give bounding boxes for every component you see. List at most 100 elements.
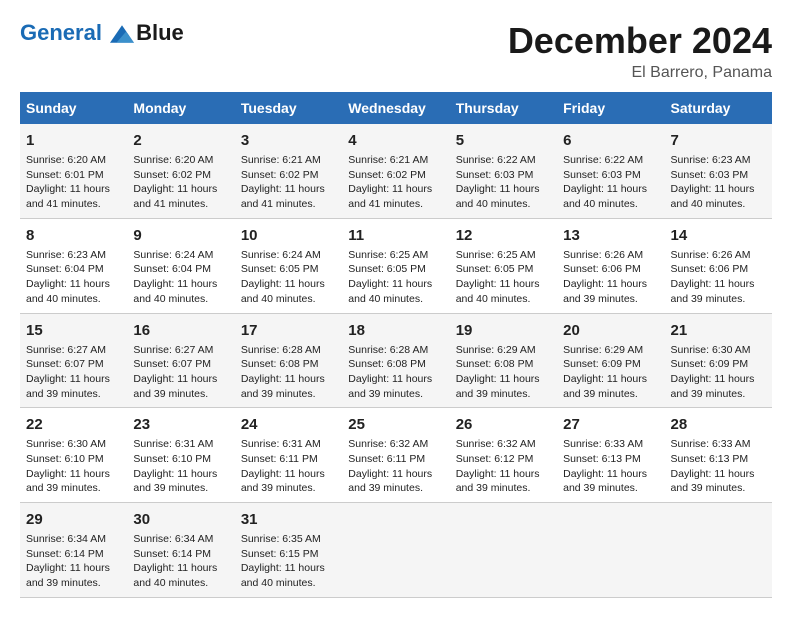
day-number: 13 (563, 225, 658, 246)
sunset-label: Sunset: 6:06 PM (563, 263, 641, 275)
sunset-label: Sunset: 6:02 PM (133, 169, 211, 181)
day-header-sunday: Sunday (20, 92, 127, 124)
daylight-label: Daylight: 11 hours and 39 minutes. (348, 373, 432, 400)
daylight-label: Daylight: 11 hours and 39 minutes. (26, 468, 110, 495)
logo-line2: Blue (136, 20, 184, 46)
sunset-label: Sunset: 6:06 PM (671, 263, 749, 275)
day-number: 5 (456, 130, 551, 151)
day-number: 29 (26, 509, 121, 530)
daylight-label: Daylight: 11 hours and 40 minutes. (241, 562, 325, 589)
calendar-week-row: 1 Sunrise: 6:20 AM Sunset: 6:01 PM Dayli… (20, 124, 772, 218)
sunrise-label: Sunrise: 6:20 AM (26, 154, 106, 166)
day-number: 19 (456, 320, 551, 341)
calendar-cell: 21 Sunrise: 6:30 AM Sunset: 6:09 PM Dayl… (665, 313, 772, 408)
page-title: December 2024 (508, 20, 772, 62)
daylight-label: Daylight: 11 hours and 40 minutes. (26, 278, 110, 305)
sunrise-label: Sunrise: 6:30 AM (26, 438, 106, 450)
sunset-label: Sunset: 6:05 PM (241, 263, 319, 275)
sunrise-label: Sunrise: 6:28 AM (348, 344, 428, 356)
sunrise-label: Sunrise: 6:25 AM (348, 249, 428, 261)
daylight-label: Daylight: 11 hours and 39 minutes. (26, 373, 110, 400)
day-number: 22 (26, 414, 121, 435)
calendar-cell: 7 Sunrise: 6:23 AM Sunset: 6:03 PM Dayli… (665, 124, 772, 218)
calendar-cell: 31 Sunrise: 6:35 AM Sunset: 6:15 PM Dayl… (235, 503, 342, 598)
daylight-label: Daylight: 11 hours and 41 minutes. (241, 183, 325, 210)
sunrise-label: Sunrise: 6:33 AM (671, 438, 751, 450)
day-number: 27 (563, 414, 658, 435)
calendar-cell (450, 503, 557, 598)
calendar-cell: 8 Sunrise: 6:23 AM Sunset: 6:04 PM Dayli… (20, 218, 127, 313)
daylight-label: Daylight: 11 hours and 39 minutes. (563, 373, 647, 400)
sunset-label: Sunset: 6:14 PM (26, 548, 104, 560)
sunrise-label: Sunrise: 6:32 AM (348, 438, 428, 450)
daylight-label: Daylight: 11 hours and 41 minutes. (26, 183, 110, 210)
sunset-label: Sunset: 6:03 PM (671, 169, 749, 181)
sunrise-label: Sunrise: 6:24 AM (241, 249, 321, 261)
daylight-label: Daylight: 11 hours and 39 minutes. (348, 468, 432, 495)
daylight-label: Daylight: 11 hours and 40 minutes. (241, 278, 325, 305)
sunset-label: Sunset: 6:13 PM (563, 453, 641, 465)
calendar-cell: 15 Sunrise: 6:27 AM Sunset: 6:07 PM Dayl… (20, 313, 127, 408)
day-number: 21 (671, 320, 766, 341)
sunrise-label: Sunrise: 6:21 AM (348, 154, 428, 166)
daylight-label: Daylight: 11 hours and 39 minutes. (26, 562, 110, 589)
day-number: 24 (241, 414, 336, 435)
sunset-label: Sunset: 6:03 PM (456, 169, 534, 181)
sunset-label: Sunset: 6:09 PM (563, 358, 641, 370)
daylight-label: Daylight: 11 hours and 40 minutes. (563, 183, 647, 210)
day-number: 9 (133, 225, 228, 246)
day-number: 3 (241, 130, 336, 151)
day-number: 1 (26, 130, 121, 151)
sunset-label: Sunset: 6:08 PM (241, 358, 319, 370)
daylight-label: Daylight: 11 hours and 40 minutes. (133, 278, 217, 305)
day-number: 15 (26, 320, 121, 341)
calendar-cell (665, 503, 772, 598)
calendar-cell: 10 Sunrise: 6:24 AM Sunset: 6:05 PM Dayl… (235, 218, 342, 313)
calendar-cell: 23 Sunrise: 6:31 AM Sunset: 6:10 PM Dayl… (127, 408, 234, 503)
day-number: 10 (241, 225, 336, 246)
calendar-cell: 18 Sunrise: 6:28 AM Sunset: 6:08 PM Dayl… (342, 313, 449, 408)
day-number: 30 (133, 509, 228, 530)
day-number: 28 (671, 414, 766, 435)
sunset-label: Sunset: 6:02 PM (348, 169, 426, 181)
page-subtitle: El Barrero, Panama (508, 64, 772, 82)
logo-icon (110, 24, 134, 44)
calendar-header-row: SundayMondayTuesdayWednesdayThursdayFrid… (20, 92, 772, 124)
sunset-label: Sunset: 6:04 PM (26, 263, 104, 275)
sunrise-label: Sunrise: 6:26 AM (563, 249, 643, 261)
day-number: 4 (348, 130, 443, 151)
logo-text: General (20, 21, 134, 45)
day-number: 23 (133, 414, 228, 435)
sunset-label: Sunset: 6:10 PM (26, 453, 104, 465)
daylight-label: Daylight: 11 hours and 39 minutes. (563, 278, 647, 305)
day-number: 25 (348, 414, 443, 435)
sunrise-label: Sunrise: 6:21 AM (241, 154, 321, 166)
day-header-tuesday: Tuesday (235, 92, 342, 124)
day-number: 18 (348, 320, 443, 341)
daylight-label: Daylight: 11 hours and 41 minutes. (133, 183, 217, 210)
calendar-cell: 25 Sunrise: 6:32 AM Sunset: 6:11 PM Dayl… (342, 408, 449, 503)
calendar-cell: 16 Sunrise: 6:27 AM Sunset: 6:07 PM Dayl… (127, 313, 234, 408)
calendar-cell: 9 Sunrise: 6:24 AM Sunset: 6:04 PM Dayli… (127, 218, 234, 313)
sunset-label: Sunset: 6:12 PM (456, 453, 534, 465)
day-number: 7 (671, 130, 766, 151)
sunrise-label: Sunrise: 6:33 AM (563, 438, 643, 450)
daylight-label: Daylight: 11 hours and 39 minutes. (133, 373, 217, 400)
calendar-cell: 30 Sunrise: 6:34 AM Sunset: 6:14 PM Dayl… (127, 503, 234, 598)
calendar-cell: 26 Sunrise: 6:32 AM Sunset: 6:12 PM Dayl… (450, 408, 557, 503)
daylight-label: Daylight: 11 hours and 39 minutes. (671, 468, 755, 495)
sunset-label: Sunset: 6:08 PM (348, 358, 426, 370)
calendar-cell: 28 Sunrise: 6:33 AM Sunset: 6:13 PM Dayl… (665, 408, 772, 503)
sunset-label: Sunset: 6:05 PM (456, 263, 534, 275)
sunrise-label: Sunrise: 6:29 AM (563, 344, 643, 356)
daylight-label: Daylight: 11 hours and 39 minutes. (241, 373, 325, 400)
calendar-cell (557, 503, 664, 598)
sunrise-label: Sunrise: 6:27 AM (133, 344, 213, 356)
calendar-cell: 11 Sunrise: 6:25 AM Sunset: 6:05 PM Dayl… (342, 218, 449, 313)
sunset-label: Sunset: 6:02 PM (241, 169, 319, 181)
day-number: 14 (671, 225, 766, 246)
calendar-week-row: 29 Sunrise: 6:34 AM Sunset: 6:14 PM Dayl… (20, 503, 772, 598)
sunset-label: Sunset: 6:07 PM (133, 358, 211, 370)
day-number: 16 (133, 320, 228, 341)
calendar-cell: 13 Sunrise: 6:26 AM Sunset: 6:06 PM Dayl… (557, 218, 664, 313)
